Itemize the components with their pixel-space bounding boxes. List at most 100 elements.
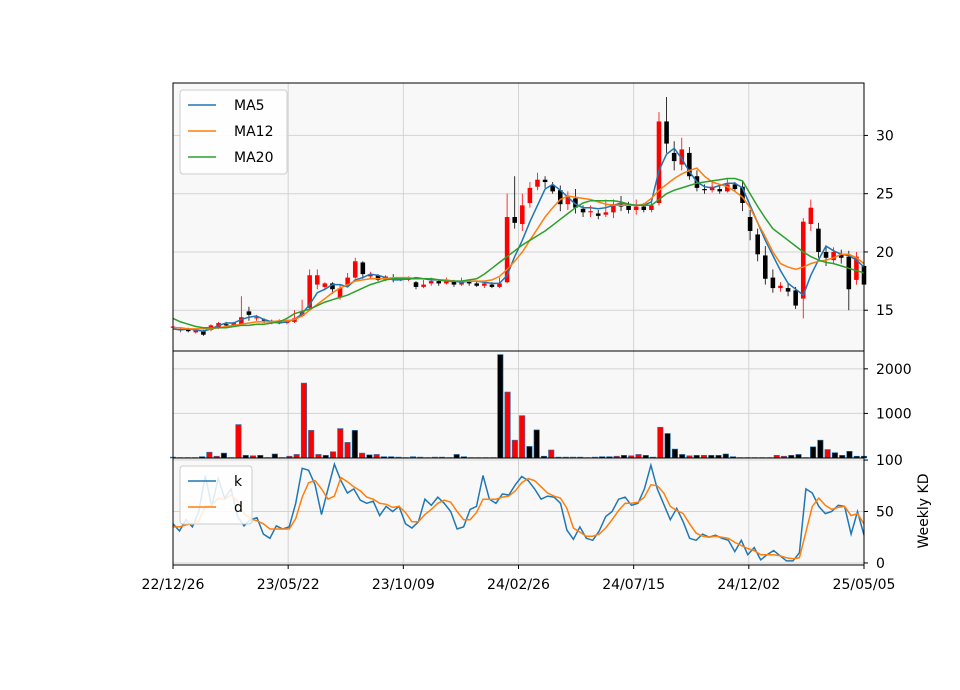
volume-bar xyxy=(846,451,853,459)
y-axis-ticks: 15 20 25 30 1000 2000 0 50 100 xyxy=(864,128,912,572)
price-y-tick-label: 25 xyxy=(876,187,894,203)
candle-body xyxy=(808,207,814,224)
legend-label-ma12: MA12 xyxy=(234,124,273,140)
x-axis-ticks: 22/12/26 23/05/22 23/10/09 24/02/26 24/07/15… xyxy=(142,565,896,593)
kd-y-tick-label: 100 xyxy=(876,453,903,469)
volume-bar xyxy=(817,439,824,459)
candle-body xyxy=(520,205,525,224)
volume-bar xyxy=(657,426,664,459)
candle-body xyxy=(428,281,434,284)
candle-body xyxy=(223,324,229,326)
volume-bar xyxy=(235,424,242,459)
candle-body xyxy=(664,121,669,144)
volume-bar xyxy=(453,454,460,459)
candle-body xyxy=(580,208,586,213)
volume-bar xyxy=(344,442,351,459)
volume-bar xyxy=(497,354,504,459)
kd-y-tick-label: 0 xyxy=(876,556,885,572)
candle-body xyxy=(717,189,723,192)
candle-body xyxy=(793,290,798,306)
candle-body xyxy=(846,256,852,290)
candle-body xyxy=(246,311,252,315)
volume-bar xyxy=(664,433,671,459)
volume-bar xyxy=(831,452,838,459)
candle-body xyxy=(816,228,821,252)
x-tick-label: 24/02/26 xyxy=(487,577,550,593)
volume-bar xyxy=(308,430,315,459)
candle-body xyxy=(747,217,753,231)
candle-body xyxy=(482,283,487,286)
volume-bar xyxy=(533,429,540,459)
legend-label-ma20: MA20 xyxy=(234,150,273,166)
candle-body xyxy=(489,284,495,287)
price-y-tick-label: 15 xyxy=(876,303,894,319)
volume-bar xyxy=(300,382,307,459)
x-tick-label: 24/12/02 xyxy=(717,577,780,593)
candle-body xyxy=(322,283,328,287)
volume-bar xyxy=(511,439,518,459)
x-tick-label: 23/10/09 xyxy=(372,577,435,593)
kd-y-axis-label: Weekly KD xyxy=(916,474,932,549)
volume-bar xyxy=(519,415,526,459)
volume-bar xyxy=(293,454,300,459)
candle-body xyxy=(595,213,601,216)
candle-body xyxy=(535,179,540,187)
volume-y-tick-label: 2000 xyxy=(876,362,912,378)
volume-bar xyxy=(679,454,686,459)
kd-y-tick-label: 50 xyxy=(876,505,894,521)
price-y-tick-label: 20 xyxy=(876,245,894,261)
volume-bar xyxy=(220,452,227,459)
volume-bar xyxy=(824,449,831,459)
candle-body xyxy=(702,189,707,191)
price-legend: MA5 MA12 MA20 xyxy=(179,89,288,175)
candle-body xyxy=(785,288,791,292)
volume-bar xyxy=(329,451,337,459)
volume-bar xyxy=(337,428,344,459)
candle-body xyxy=(314,275,320,285)
candle-body xyxy=(512,217,517,223)
x-tick-label: 25/05/05 xyxy=(833,577,896,593)
x-tick-label: 23/05/22 xyxy=(257,577,320,593)
volume-bar xyxy=(315,454,322,459)
legend-label-ma5: MA5 xyxy=(234,98,265,114)
legend-label-d: d xyxy=(234,500,243,516)
volume-y-tick-label: 1000 xyxy=(876,406,912,422)
volume-bar xyxy=(722,453,729,459)
candle-body xyxy=(542,179,548,183)
volume-bar xyxy=(359,452,366,459)
candle-body xyxy=(633,206,639,211)
candle-body xyxy=(352,261,358,278)
volume-bar xyxy=(351,430,358,459)
candle-body xyxy=(421,284,426,287)
candle-body xyxy=(588,211,593,213)
candle-body xyxy=(474,283,480,286)
candle-body xyxy=(603,212,609,215)
candle-body xyxy=(778,285,783,289)
candle-body xyxy=(671,152,677,162)
candle-body xyxy=(763,255,768,279)
candle-body xyxy=(413,282,419,287)
candle-body xyxy=(770,277,776,289)
volume-bar xyxy=(810,446,817,459)
candle-body xyxy=(823,251,829,258)
candle-body xyxy=(755,234,760,255)
x-tick-label: 24/07/15 xyxy=(602,577,665,593)
volume-bar xyxy=(206,451,213,459)
volume-bar xyxy=(548,449,555,459)
candle-body xyxy=(527,187,533,204)
volume-bar xyxy=(795,454,802,459)
legend-label-k: k xyxy=(234,474,243,490)
candle-body xyxy=(436,281,442,284)
volume-bar xyxy=(271,453,278,459)
candle-body xyxy=(800,221,806,299)
candle-body xyxy=(360,262,366,275)
weekly-stock-chart: 1520253010002000050100 22/12/26 23/05/22 2… xyxy=(142,82,932,593)
volume-bar xyxy=(635,454,642,459)
candle-body xyxy=(641,206,647,211)
volume-bar xyxy=(671,448,678,459)
volume-bar xyxy=(373,454,380,459)
x-tick-label: 22/12/26 xyxy=(142,577,205,593)
volume-bar xyxy=(504,391,511,459)
price-y-tick-label: 30 xyxy=(876,128,894,144)
volume-bar xyxy=(526,446,533,459)
